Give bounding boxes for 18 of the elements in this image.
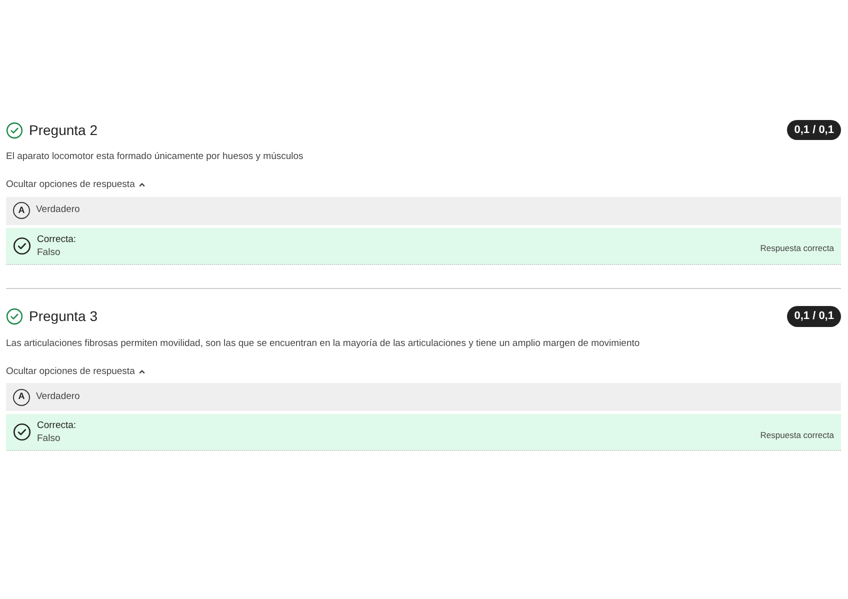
check-circle-icon [13, 423, 31, 441]
correct-answer-label: Falso [37, 432, 62, 445]
hide-options-toggle[interactable]: Ocultar opciones de respuesta [6, 178, 146, 192]
option-label: Verdadero [36, 203, 80, 218]
check-circle-icon [13, 236, 31, 254]
correct-answer-label: Falso [37, 246, 62, 258]
score-badge: 0,1 / 0,1 [787, 120, 841, 140]
hide-options-toggle[interactable]: Ocultar opciones de respuesta [6, 364, 146, 379]
score-badge: 0,1 / 0,1 [787, 306, 841, 327]
correct-heading: Correcta: [37, 232, 76, 246]
question-title: Pregunta 3 [29, 307, 98, 326]
question-statement: El aparato locomotor esta formado únicamente por huesos y músculos [6, 150, 304, 164]
correct-answer-note: Respuesta correcta [760, 428, 834, 442]
question-statement: Las articulaciones fibrosas permiten movilidad, son las que se encuentran en la mayoría de las articulaciones y tiene un amplio margen de movimiento [6, 336, 641, 350]
correct-heading: Correcta: [37, 419, 76, 432]
question-title: Pregunta 2 [29, 120, 98, 140]
option-label: Verdadero [36, 390, 80, 404]
correct-answer-note: Respuesta correcta [760, 242, 834, 255]
